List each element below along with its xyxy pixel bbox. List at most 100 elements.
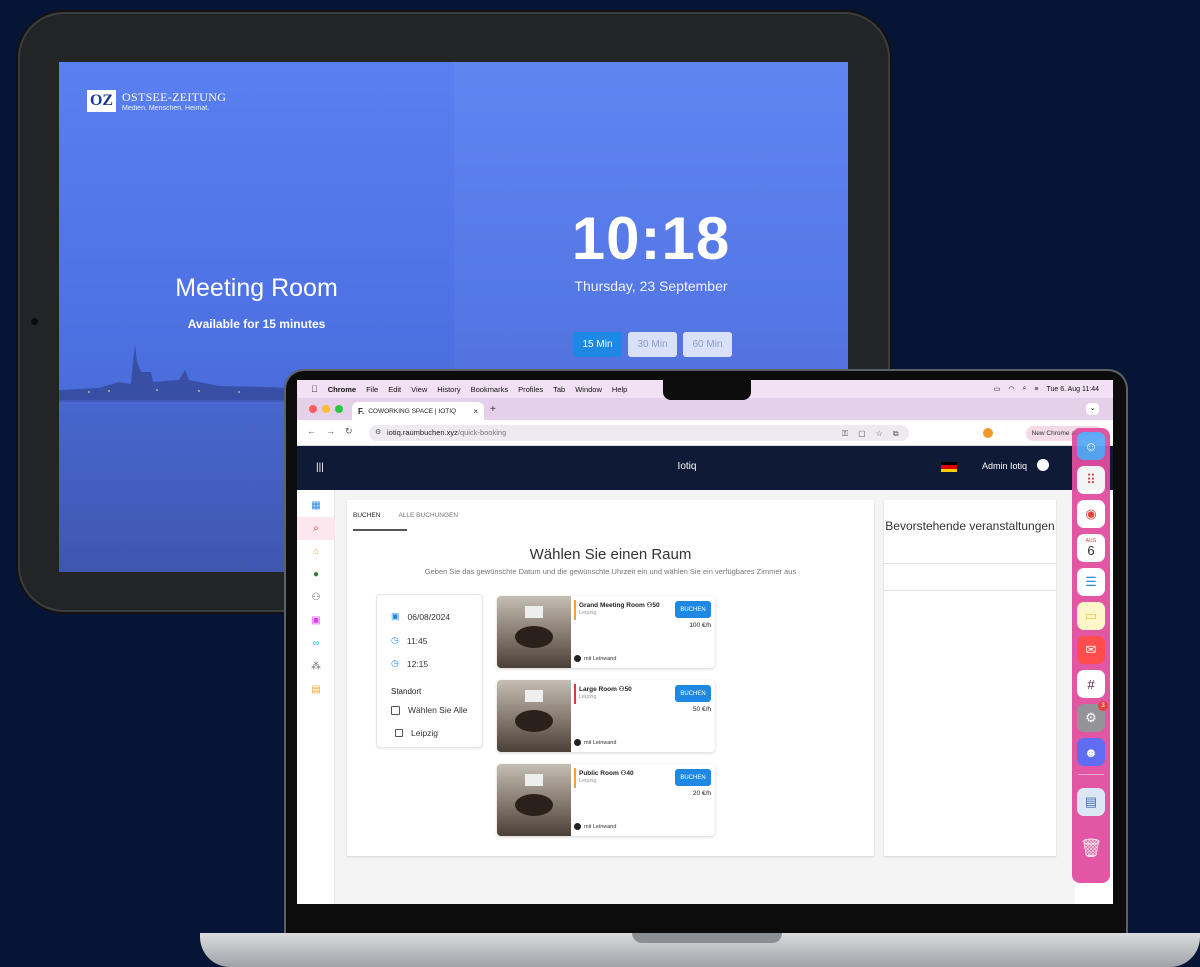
notes-icon[interactable]: ▭ xyxy=(1077,602,1105,630)
room-location: Leipzig xyxy=(579,694,597,700)
calendar-day: 6 xyxy=(1087,543,1095,558)
menu-history[interactable]: History xyxy=(437,385,460,394)
chrome-icon[interactable]: ◉ xyxy=(1077,500,1105,528)
reload-icon[interactable]: ↻ xyxy=(345,426,353,437)
finder-icon[interactable]: ☺ xyxy=(1077,432,1105,460)
duration-60-button[interactable]: 60 Min xyxy=(683,332,732,357)
projector-icon xyxy=(574,739,581,746)
oz-logo-mark: OZ xyxy=(87,90,116,112)
german-flag-icon[interactable] xyxy=(941,462,957,472)
menu-bookmarks[interactable]: Bookmarks xyxy=(471,385,509,394)
wifi-icon[interactable]: ◠ xyxy=(1008,385,1014,393)
menu-tab[interactable]: Tab xyxy=(553,385,565,394)
tab-buchen[interactable]: BUCHEN xyxy=(353,512,380,519)
battery-icon[interactable]: ▭ xyxy=(994,385,1001,393)
location-label: Standort xyxy=(391,687,422,696)
menu-view[interactable]: View xyxy=(411,385,427,394)
projector-icon xyxy=(574,823,581,830)
duration-15-button[interactable]: 15 Min xyxy=(573,332,622,357)
book-button[interactable]: BUCHEN xyxy=(675,685,711,702)
leipzig-checkbox[interactable]: Leipzig xyxy=(395,728,438,738)
home-icon[interactable]: ⌂ xyxy=(297,540,335,563)
room-price: 50 €/h xyxy=(692,706,711,713)
menu-help[interactable]: Help xyxy=(612,385,627,394)
dock-separator xyxy=(1078,774,1104,775)
search-icon[interactable]: ⌕ xyxy=(1022,385,1026,393)
close-tab-icon[interactable]: × xyxy=(473,407,478,416)
date-value: 06/08/2024 xyxy=(407,611,451,622)
back-icon[interactable]: ← xyxy=(307,426,316,437)
tab-alle-buchungen[interactable]: ALLE BUCHUNGEN xyxy=(398,512,458,519)
room-photo xyxy=(497,764,571,836)
profile-avatar[interactable] xyxy=(983,428,993,438)
address-bar[interactable]: ⚙ iotiq.raumbuchen.xyz/quick-booking xyxy=(369,425,909,441)
tab-search-icon[interactable]: ⌄ xyxy=(1086,403,1099,415)
launchpad-icon[interactable]: ⠿ xyxy=(1077,466,1105,494)
room-equipment: mit Leinwand xyxy=(574,823,616,830)
menu-file[interactable]: File xyxy=(366,385,378,394)
end-time-field[interactable]: ◷ 12:15 xyxy=(391,658,428,669)
browser-tab-active[interactable]: F. COWORKING SPACE | IOTIQ × xyxy=(352,402,484,420)
forward-icon[interactable]: → xyxy=(326,426,335,437)
menu-window[interactable]: Window xyxy=(575,385,602,394)
book-button[interactable]: BUCHEN xyxy=(675,601,711,618)
slack-icon[interactable]: # xyxy=(1077,670,1105,698)
cast-icon[interactable]: ▢ xyxy=(858,429,866,439)
menubar-clock[interactable]: Tue 6. Aug 11:44 xyxy=(1046,386,1099,393)
discord-icon[interactable]: ☻ xyxy=(1077,738,1105,766)
menu-profiles[interactable]: Profiles xyxy=(518,385,543,394)
logo-name: OSTSEE-ZEITUNG xyxy=(122,89,227,104)
bookmark-star-icon[interactable]: ☆ xyxy=(876,429,883,439)
trash-icon[interactable]: 🗑 xyxy=(1077,834,1105,862)
book-button[interactable]: BUCHEN xyxy=(675,769,711,786)
apple-icon[interactable]:  xyxy=(311,384,318,394)
user-name[interactable]: Admin Iotiq xyxy=(982,461,1027,471)
close-window-button[interactable] xyxy=(309,405,317,413)
app-brand: Iotiq xyxy=(677,461,697,472)
start-time-field[interactable]: ◷ 11:45 xyxy=(391,635,428,646)
room-card: Grand Meeting Room ⚇50 Leipzig BUCHEN 10… xyxy=(497,596,715,668)
preview-icon[interactable]: ▤ xyxy=(1077,788,1105,816)
extensions-icon[interactable]: ⧉ xyxy=(893,429,899,439)
page-title: Wählen Sie einen Raum xyxy=(529,546,692,563)
browser-tabbar: F. COWORKING SPACE | IOTIQ × + ⌄ xyxy=(297,398,1113,420)
room-name: Public Room ⚇40 xyxy=(579,770,634,777)
site-info-icon[interactable]: ⚙ xyxy=(375,425,381,441)
screen-bezel-bottom xyxy=(297,904,1113,933)
quick-booking-search-icon[interactable]: ⌕ xyxy=(297,517,335,540)
devices-icon[interactable]: ▣ xyxy=(297,609,335,632)
password-key-icon[interactable]: ⚿ xyxy=(842,429,848,439)
tablet-camera xyxy=(31,318,38,325)
control-center-icon[interactable]: ≡ xyxy=(1034,386,1038,393)
room-location: Leipzig xyxy=(579,610,597,616)
camera-notch xyxy=(663,378,751,400)
room-card: Public Room ⚇40 Leipzig BUCHEN 20 €/h mi… xyxy=(497,764,715,836)
end-time-value: 12:15 xyxy=(406,658,429,669)
calendar-icon[interactable]: ▤ xyxy=(297,678,335,701)
select-all-checkbox[interactable]: Wählen Sie Alle xyxy=(391,705,468,715)
date-field[interactable]: ▣ 06/08/2024 xyxy=(391,611,450,622)
calendar-icon[interactable]: AUG 6 xyxy=(1077,534,1105,562)
mail-icon[interactable]: ✉ xyxy=(1077,636,1105,664)
hierarchy-icon[interactable]: ⁂ xyxy=(297,655,335,678)
users-icon[interactable]: ⚇ xyxy=(297,586,335,609)
room-title: Meeting Room xyxy=(175,274,338,302)
clock-date: Thursday, 23 September xyxy=(574,278,728,294)
location-pin-icon[interactable]: ● xyxy=(297,563,335,586)
room-name: Large Room ⚇50 xyxy=(579,686,632,693)
menu-edit[interactable]: Edit xyxy=(388,385,401,394)
dashboard-icon[interactable]: ▦ xyxy=(297,494,335,517)
room-accent-bar xyxy=(574,600,576,620)
main-content: BUCHEN ALLE BUCHUNGEN Wählen Sie einen R… xyxy=(335,490,1075,904)
room-location: Leipzig xyxy=(579,778,597,784)
menu-chrome[interactable]: Chrome xyxy=(328,385,356,394)
settings-icon[interactable]: ⚙ 3 xyxy=(1077,701,1108,732)
maximize-window-button[interactable] xyxy=(335,405,343,413)
checkbox-icon xyxy=(395,729,403,737)
link-icon[interactable]: ∞ xyxy=(297,632,335,655)
reminders-icon[interactable]: ☰ xyxy=(1077,568,1105,596)
account-icon[interactable] xyxy=(1037,459,1049,471)
duration-30-button[interactable]: 30 Min xyxy=(628,332,677,357)
new-tab-icon[interactable]: + xyxy=(490,404,496,415)
minimize-window-button[interactable] xyxy=(322,405,330,413)
